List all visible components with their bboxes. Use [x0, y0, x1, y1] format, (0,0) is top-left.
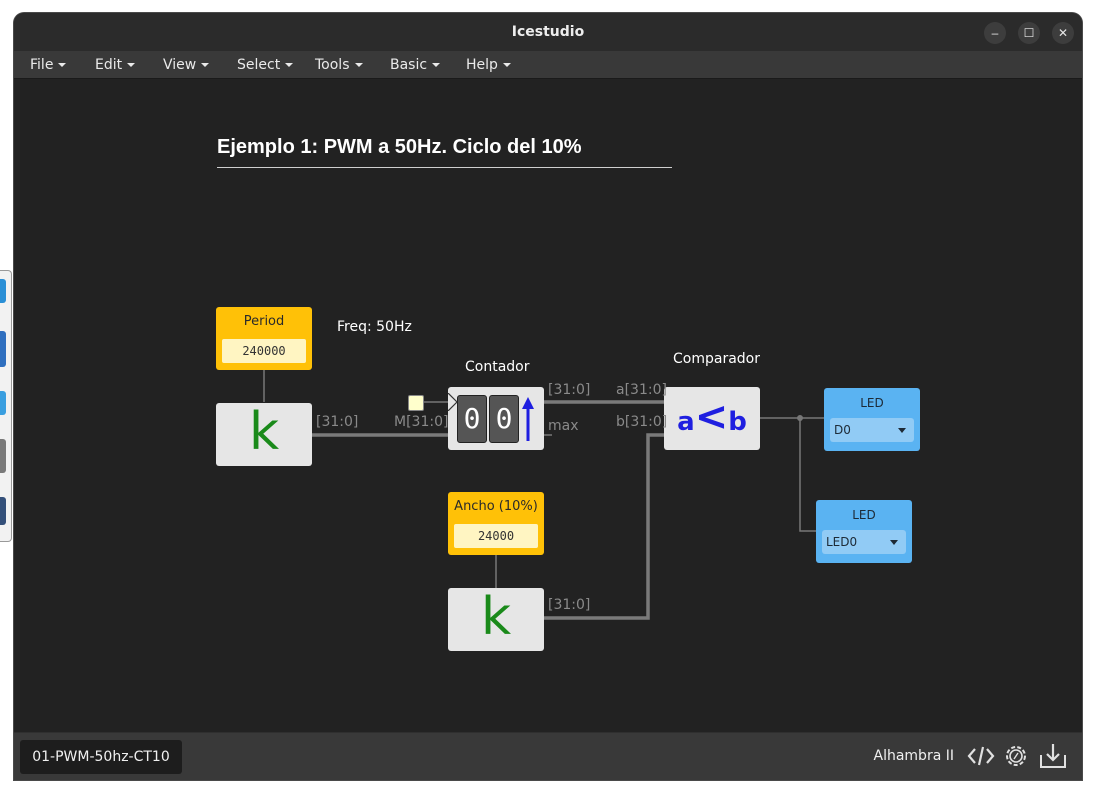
k-output-label: [31:0]: [316, 414, 359, 430]
led-pin-select[interactable]: D0: [830, 418, 914, 442]
counter-digit: 0: [457, 395, 487, 443]
dock-item[interactable]: [0, 391, 6, 415]
count-up-arrow-icon: [522, 397, 534, 441]
caret-down-icon: [127, 63, 136, 67]
menu-edit[interactable]: Edit: [95, 57, 136, 73]
app-window: Icestudio – ☐ ✕ File Edit View Select To…: [14, 13, 1082, 780]
led-title: LED: [852, 508, 876, 522]
caret-down-icon: [201, 63, 210, 67]
caret-down-icon: [285, 63, 294, 67]
menu-help-label: Help: [466, 57, 498, 73]
comparator-block[interactable]: a<b: [664, 387, 760, 450]
dropdown-arrow-icon: [890, 540, 898, 545]
constant-k-block[interactable]: k: [448, 588, 544, 651]
counter-max-port: max: [548, 418, 579, 434]
dock-item[interactable]: [0, 497, 6, 525]
counter-label: Contador: [465, 359, 530, 375]
led-title: LED: [860, 396, 884, 410]
caret-down-icon: [354, 63, 363, 67]
caret-down-icon: [432, 63, 441, 67]
clock-input-pin[interactable]: [408, 395, 424, 411]
close-button[interactable]: ✕: [1052, 22, 1074, 44]
led-pin-select[interactable]: LED0: [822, 530, 906, 554]
title-bar: Icestudio – ☐ ✕: [14, 13, 1082, 51]
counter-input-port: M[31:0]: [394, 414, 449, 430]
led-block-led0[interactable]: LED LED0: [816, 500, 912, 563]
project-tab[interactable]: 01-PWM-50hz-CT10: [20, 740, 182, 774]
ancho-title: Ancho (10%): [454, 499, 538, 514]
menu-select-label: Select: [237, 57, 281, 73]
wire-junction: [797, 415, 803, 421]
constant-k-block[interactable]: k: [216, 403, 312, 466]
period-value[interactable]: 240000: [222, 339, 306, 363]
ancho-param-block[interactable]: Ancho (10%) 24000: [448, 492, 544, 555]
minimize-button[interactable]: –: [984, 22, 1006, 44]
led-block-d0[interactable]: LED D0: [824, 388, 920, 451]
menu-help[interactable]: Help: [466, 57, 511, 73]
board-name[interactable]: Alhambra II: [874, 748, 955, 764]
side-dock: [0, 270, 12, 542]
bus-wire: [544, 433, 664, 620]
caret-down-icon: [502, 63, 511, 67]
status-bar: 01-PWM-50hz-CT10 Alhambra II: [14, 732, 1082, 780]
caret-down-icon: [58, 63, 67, 67]
comparator-a-port: a[31:0]: [616, 382, 667, 398]
counter-output-port: [31:0]: [548, 382, 591, 398]
menu-tools-label: Tools: [315, 57, 350, 73]
comparator-label: Comparador: [673, 351, 760, 367]
k2-output-label: [31:0]: [548, 597, 591, 613]
led-pin-value: D0: [834, 423, 851, 437]
wires-layer: [263, 369, 824, 620]
freq-note: Freq: 50Hz: [337, 319, 412, 335]
design-canvas[interactable]: Ejemplo 1: PWM a 50Hz. Ciclo del 10% Fre…: [14, 79, 1082, 732]
comparator-a-symbol: a: [677, 407, 695, 437]
menu-tools[interactable]: Tools: [315, 57, 363, 73]
maximize-button[interactable]: ☐: [1018, 22, 1040, 44]
period-title: Period: [243, 314, 285, 329]
page-title: Ejemplo 1: PWM a 50Hz. Ciclo del 10%: [217, 136, 672, 168]
code-icon[interactable]: [966, 741, 996, 771]
menu-bar: File Edit View Select Tools Basic Help: [14, 51, 1082, 79]
led-wire: [799, 418, 816, 532]
menu-basic[interactable]: Basic: [390, 57, 441, 73]
counter-block[interactable]: 0 0: [448, 387, 544, 450]
clock-input-icon: [448, 393, 458, 411]
period-param-block[interactable]: Period 240000: [216, 307, 312, 370]
dropdown-arrow-icon: [898, 428, 906, 433]
counter-digit: 0: [489, 395, 519, 443]
window-title: Icestudio: [511, 24, 585, 40]
menu-view[interactable]: View: [163, 57, 210, 73]
menu-file-label: File: [30, 57, 54, 73]
menu-basic-label: Basic: [390, 57, 428, 73]
dock-item[interactable]: [0, 439, 6, 473]
download-icon[interactable]: [1038, 741, 1068, 771]
menu-edit-label: Edit: [95, 57, 123, 73]
comparator-less-than-icon: <: [694, 394, 729, 440]
dock-item[interactable]: [0, 331, 6, 367]
settings-gear-icon[interactable]: [1001, 741, 1031, 771]
dock-item[interactable]: [0, 279, 6, 303]
led-pin-value: LED0: [826, 535, 858, 549]
menu-select[interactable]: Select: [237, 57, 294, 73]
menu-file[interactable]: File: [30, 57, 67, 73]
comparator-b-port: b[31:0]: [616, 414, 668, 430]
menu-view-label: View: [163, 57, 197, 73]
ancho-value[interactable]: 24000: [454, 524, 538, 548]
comparator-b-symbol: b: [728, 407, 747, 437]
